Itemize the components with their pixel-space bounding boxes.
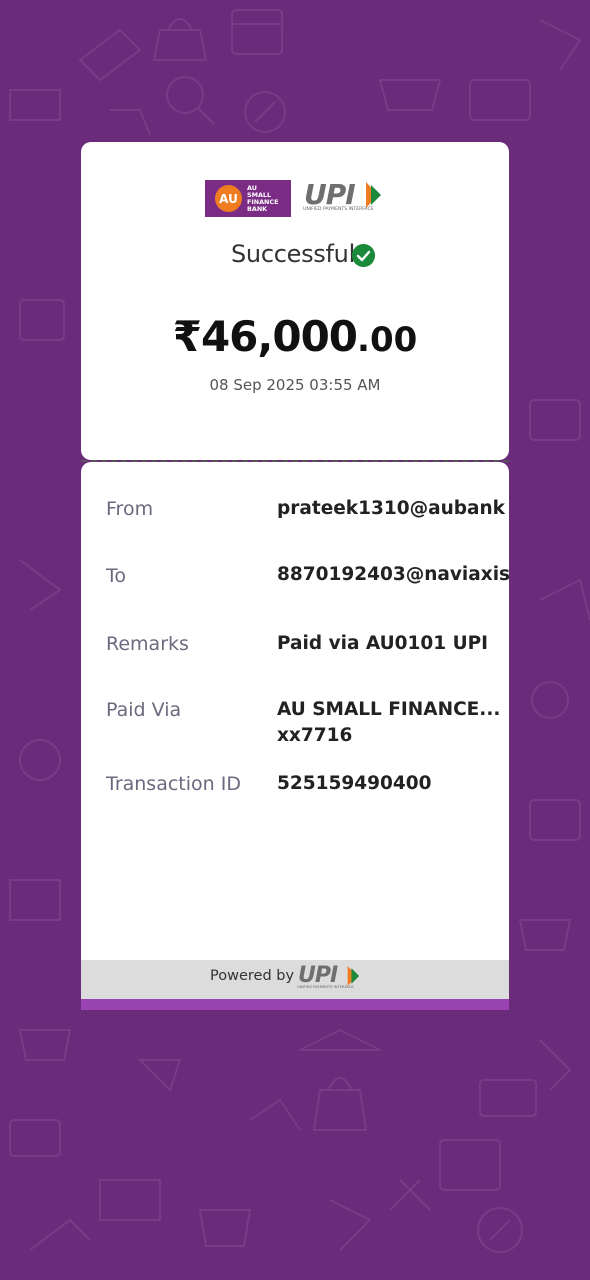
paid-via-account: xx7716 [277,725,353,746]
transaction-datetime: 08 Sep 2025 03:55 AM [209,376,381,394]
paid-via-value: AU SMALL FINANCE... [277,699,501,720]
to-value: 8870192403@naviaxis [277,564,511,585]
au-bank-logo: AU AU SMALL FINANCE BANK [205,180,291,217]
remarks-label: Remarks [106,633,189,655]
paid-via-label: Paid Via [106,699,182,721]
transaction-status: Successful [231,240,355,268]
upi-logo: UPI UNIFIED PAYMENTS INTERFACE [300,178,384,216]
upi-footer-logo-subtext: UNIFIED PAYMENTS INTERFACE [297,985,354,989]
upi-footer-arrows-icon [347,966,360,986]
upi-arrows-icon [366,182,381,208]
to-label: To [106,565,127,587]
upi-logo-subtext: UNIFIED PAYMENTS INTERFACE [303,207,374,212]
transaction-id-value: 525159490400 [277,773,432,794]
remarks-value: Paid via AU0101 UPI [277,633,489,654]
footer-accent-strip [81,999,509,1010]
transaction-amount: ₹46,000.00 [0,312,590,361]
au-logo-mark: AU [215,185,242,212]
check-circle-icon [352,244,375,267]
upi-footer-logo: UPI UNIFIED PAYMENTS INTERFACE [296,963,366,994]
amount-decimal: .00 [357,320,418,360]
powered-by-bar [81,960,509,999]
from-value: prateek1310@aubank [277,498,505,519]
from-label: From [106,498,154,520]
amount-main: ₹46,000 [172,312,358,361]
powered-by-label: Powered by [210,968,295,984]
transaction-id-label: Transaction ID [106,773,241,795]
receipt-card-top [81,142,509,460]
au-logo-text: AU SMALL FINANCE BANK [247,183,279,213]
